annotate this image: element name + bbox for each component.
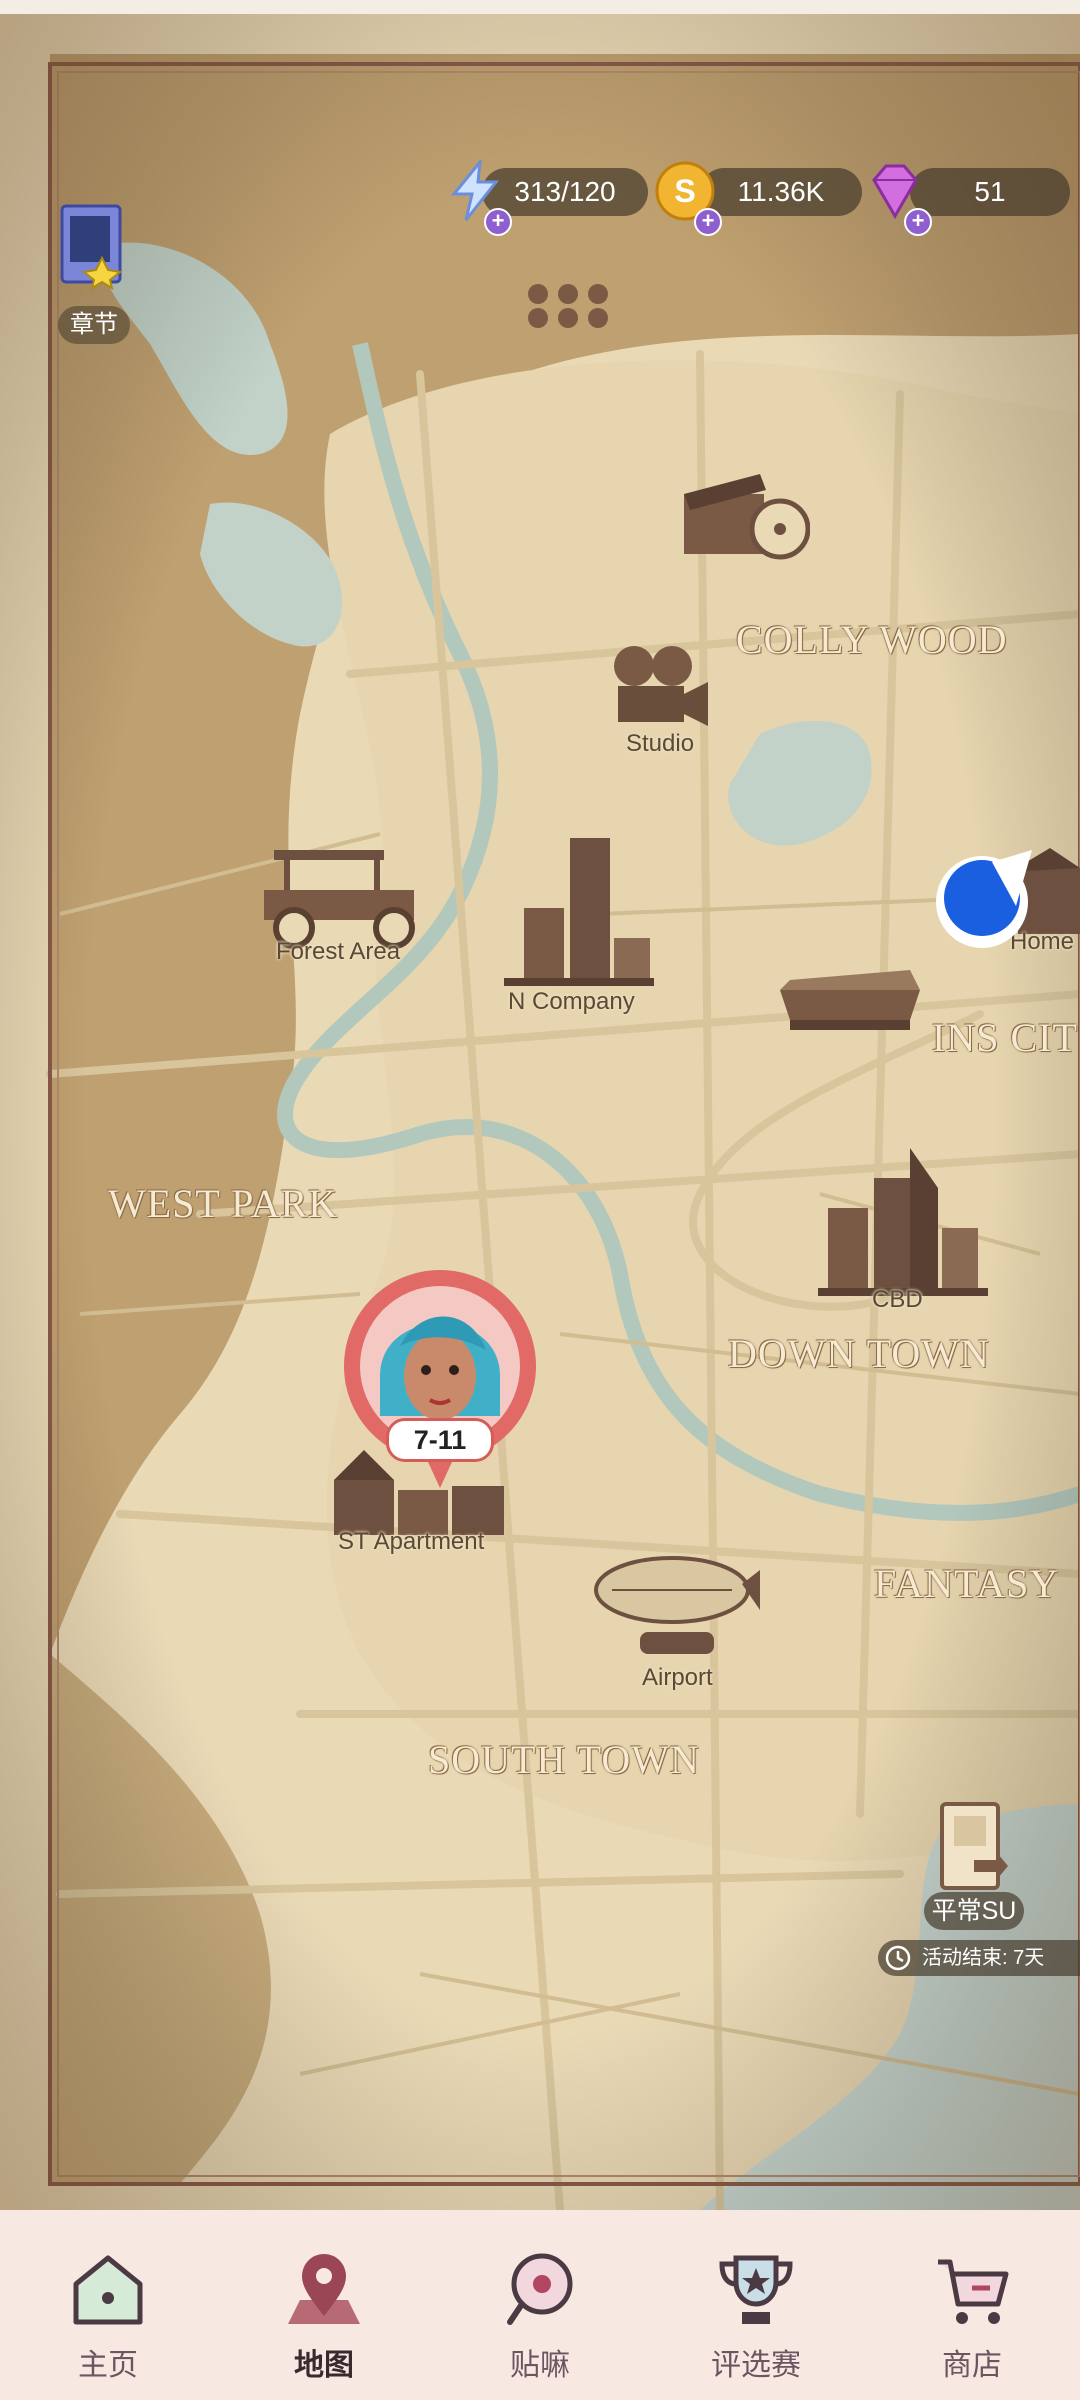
home-icon — [73, 2255, 143, 2325]
district-ins-city: INS CIT — [932, 1015, 1078, 1060]
add-diamonds-button[interactable]: + — [904, 208, 932, 236]
place-cbd-label[interactable]: CBD — [872, 1286, 923, 1314]
add-coins-button[interactable]: + — [694, 208, 722, 236]
nav-item-contest[interactable]: 评选赛 — [648, 2210, 864, 2400]
map-background — [0, 14, 1080, 2210]
clock-icon — [885, 1945, 911, 1971]
coins-counter[interactable]: 11.36K — [700, 168, 862, 216]
coins-value: 11.36K — [737, 176, 825, 207]
place-forest-area-label[interactable]: Forest Area — [276, 938, 400, 966]
energy-counter[interactable]: 313/120 — [482, 168, 648, 216]
add-energy-button[interactable]: + — [484, 208, 512, 236]
airship-icon[interactable] — [592, 1554, 762, 1674]
studio-camera-icon[interactable] — [604, 642, 714, 738]
nav-label-home: 主页 — [78, 2349, 138, 2382]
place-airport-label[interactable]: Airport — [642, 1664, 713, 1692]
nav-label-contest: 评选赛 — [711, 2349, 801, 2382]
place-studio-label[interactable]: Studio — [626, 730, 694, 758]
n-company-building-icon[interactable] — [504, 838, 654, 988]
magnifier-icon — [507, 2253, 573, 2325]
event-timer: 活动结束: 7天 — [878, 1940, 1080, 1976]
district-fantasy: FANTASY — [874, 1561, 1060, 1606]
place-n-company-label[interactable]: N Company — [508, 988, 635, 1016]
district-south-town: SOUTH TOWN — [428, 1737, 700, 1782]
energy-value: 313/120 — [514, 176, 616, 207]
event-name-badge[interactable]: 平常SU — [924, 1892, 1024, 1930]
map-pin-icon — [288, 2254, 360, 2324]
district-west-park: WEST PARK — [108, 1181, 339, 1226]
dark-hills-icon — [528, 284, 608, 328]
nav-item-map[interactable]: 地图 — [216, 2210, 432, 2400]
diamonds-value: 51 — [974, 176, 1006, 207]
nav-item-posts[interactable]: 贴嘛 — [432, 2210, 648, 2400]
nav-item-shop[interactable]: 商店 — [864, 2210, 1080, 2400]
place-st-apartment-label[interactable]: ST Apartment — [338, 1528, 484, 1556]
chapter-book-icon[interactable] — [56, 202, 128, 294]
nav-item-home[interactable]: 主页 — [0, 2210, 216, 2400]
stadium-icon[interactable] — [770, 960, 930, 1040]
bottom-navigation: 主页 地图 贴嘛 评选赛 商店 — [0, 2210, 1080, 2400]
cart-icon — [938, 2259, 1009, 2324]
event-door-icon[interactable] — [936, 1800, 1008, 1892]
chapter-label[interactable]: 章节 — [58, 306, 130, 344]
film-clapper-icon[interactable] — [680, 454, 810, 564]
home-location-marker[interactable] — [932, 846, 1080, 966]
district-colly-wood: COLLY WOOD — [736, 617, 1008, 662]
vintage-car-icon[interactable] — [254, 840, 434, 950]
stage-badge[interactable]: 7-11 — [386, 1418, 494, 1462]
nav-label-map: 地图 — [294, 2349, 354, 2382]
district-down-town: DOWN TOWN — [728, 1331, 990, 1376]
cbd-towers-icon[interactable] — [818, 1148, 988, 1298]
city-map[interactable]: COLLY WOOD INS CIT WEST PARK DOWN TOWN F… — [0, 14, 1080, 2210]
trophy-icon — [719, 2255, 793, 2324]
nav-label-posts: 贴嘛 — [510, 2349, 570, 2382]
svg-text:S: S — [674, 173, 695, 209]
diamonds-counter[interactable]: 51 — [910, 168, 1070, 216]
event-timer-text: 活动结束: 7天 — [922, 1947, 1045, 1969]
nav-label-shop: 商店 — [942, 2349, 1002, 2382]
